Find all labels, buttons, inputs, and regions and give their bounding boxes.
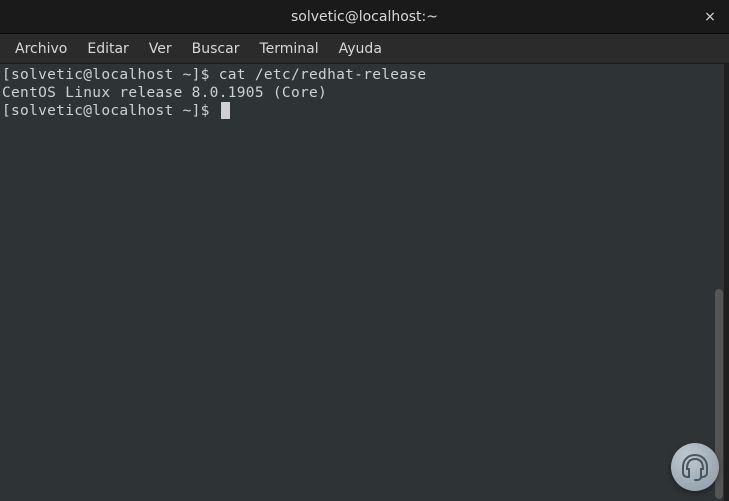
menu-bar: Archivo Editar Ver Buscar Terminal Ayuda (0, 34, 729, 64)
headset-icon (679, 451, 711, 483)
menu-ayuda[interactable]: Ayuda (330, 37, 391, 61)
window-titlebar: solvetic@localhost:~ × (0, 0, 729, 34)
cursor-icon (221, 102, 230, 119)
menu-archivo[interactable]: Archivo (6, 37, 76, 61)
window-title: solvetic@localhost:~ (291, 9, 438, 25)
shell-command: cat /etc/redhat-release (219, 67, 427, 83)
terminal-line-3: [solvetic@localhost ~]$ (2, 102, 722, 120)
menu-ver[interactable]: Ver (140, 37, 181, 61)
help-bubble-icon[interactable] (671, 443, 719, 491)
menu-buscar[interactable]: Buscar (183, 37, 249, 61)
terminal-line-1: [solvetic@localhost ~]$ cat /etc/redhat-… (2, 66, 722, 84)
shell-prompt: [solvetic@localhost ~]$ (2, 67, 219, 83)
terminal-output[interactable]: [solvetic@localhost ~]$ cat /etc/redhat-… (0, 64, 724, 501)
close-icon[interactable]: × (701, 8, 719, 26)
menu-terminal[interactable]: Terminal (250, 37, 327, 61)
terminal-line-2: CentOS Linux release 8.0.1905 (Core) (2, 84, 722, 102)
menu-editar[interactable]: Editar (78, 37, 137, 61)
shell-prompt: [solvetic@localhost ~]$ (2, 103, 219, 119)
